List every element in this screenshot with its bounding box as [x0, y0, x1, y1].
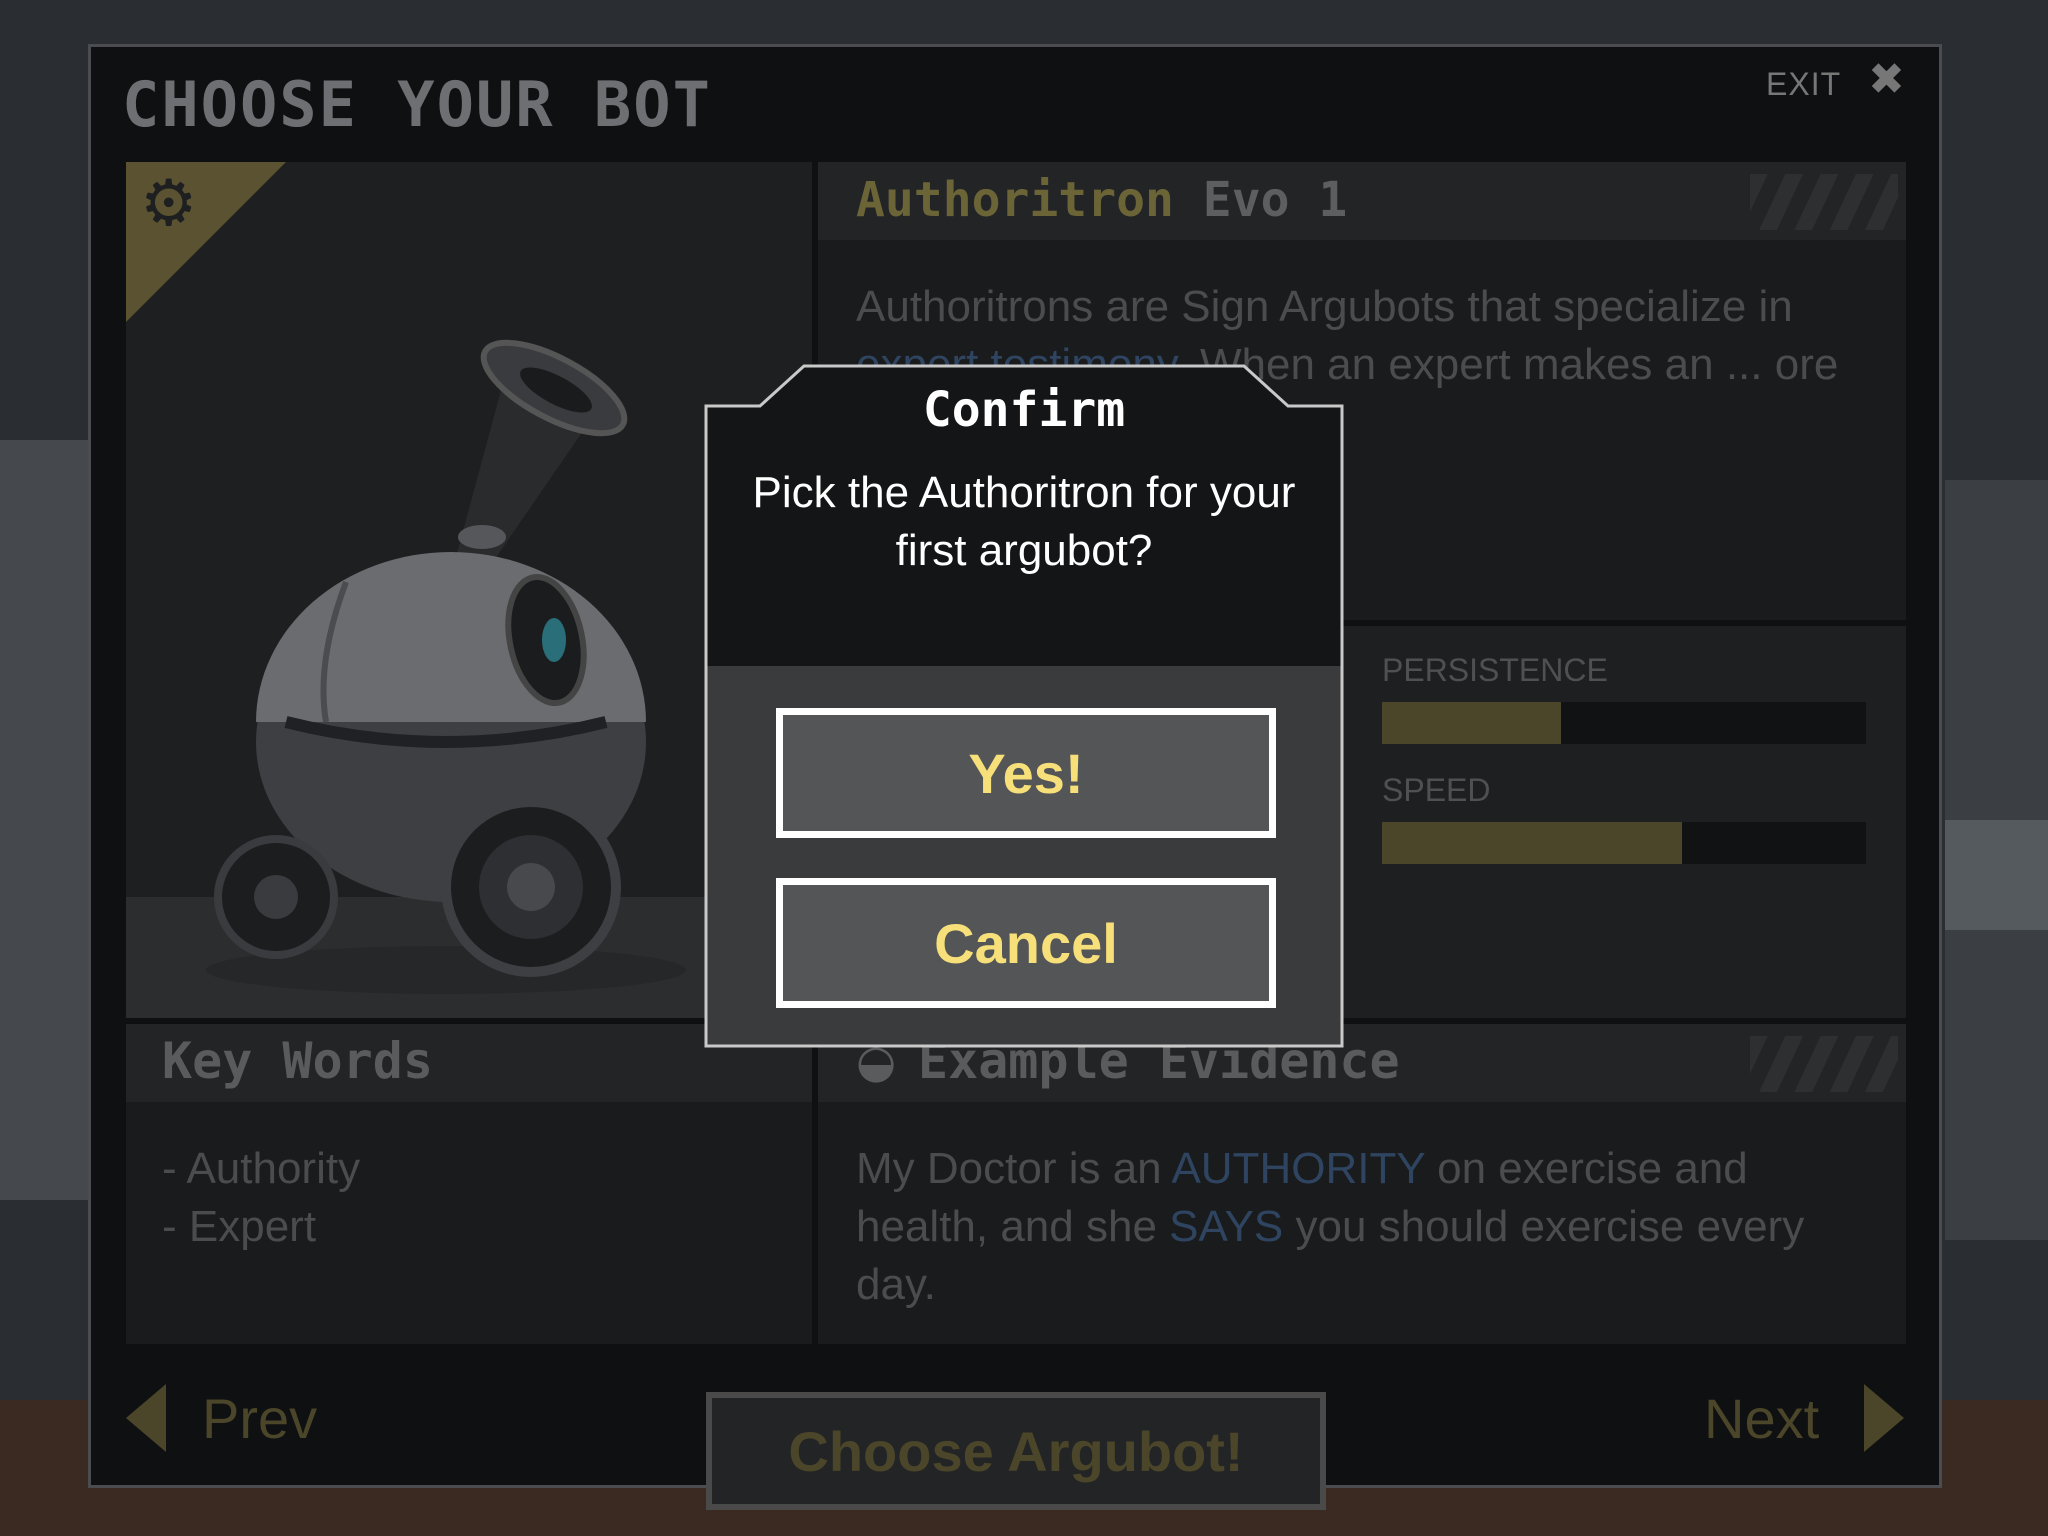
bot-name: Authoritron Evo 1: [856, 172, 1347, 228]
evidence-text: My Doctor is an AUTHORITY on exercise an…: [856, 1140, 1886, 1314]
page-title: CHOOSE YOUR BOT: [122, 68, 712, 141]
yes-button[interactable]: Yes!: [776, 708, 1276, 838]
keyword-item: - Authority: [162, 1144, 361, 1193]
decorative-stripes: [1750, 174, 1898, 230]
stat-label-persistence: PERSISTENCE: [1382, 652, 1608, 688]
stat-bar-persistence: [1382, 702, 1866, 744]
stat-fill-speed: [1382, 822, 1683, 864]
confirm-title: Confirm: [922, 382, 1126, 438]
description-text: Authoritrons are Sign Argubots that spec…: [856, 282, 1793, 331]
choose-argubot-button[interactable]: Choose Argubot!: [706, 1392, 1326, 1510]
stat-bar-speed: [1382, 822, 1866, 864]
keyword-item: - Expert: [162, 1202, 317, 1251]
evidence-text-part: My Doctor is an: [856, 1144, 1172, 1193]
keywords-list: - Authority - Expert: [162, 1140, 360, 1256]
next-arrow-icon[interactable]: [1864, 1384, 1904, 1452]
evidence-highlight: SAYS: [1169, 1202, 1284, 1251]
keywords-title: Key Words: [162, 1032, 433, 1090]
background-shelf: [1945, 820, 2048, 930]
evidence-highlight: AUTHORITY: [1171, 1144, 1425, 1193]
exit-label[interactable]: EXIT: [1766, 66, 1841, 103]
background-wall-left: [0, 440, 90, 1200]
confirm-dialog: Confirm Pick the Authoritron for your fi…: [704, 364, 1344, 1048]
stat-label-speed: SPEED: [1382, 772, 1491, 808]
cancel-button[interactable]: Cancel: [776, 878, 1276, 1008]
prev-arrow-icon[interactable]: [126, 1384, 166, 1452]
stat-fill-persistence: [1382, 702, 1562, 744]
next-button[interactable]: Next: [1704, 1386, 1819, 1451]
confirm-message: Pick the Authoritron for your first argu…: [752, 468, 1296, 575]
bot-name-version: Evo 1: [1202, 172, 1348, 228]
decorative-stripes: [1750, 1036, 1898, 1092]
close-icon[interactable]: ✖: [1868, 58, 1905, 102]
prev-button[interactable]: Prev: [202, 1386, 317, 1451]
bot-name-primary: Authoritron: [856, 172, 1174, 228]
